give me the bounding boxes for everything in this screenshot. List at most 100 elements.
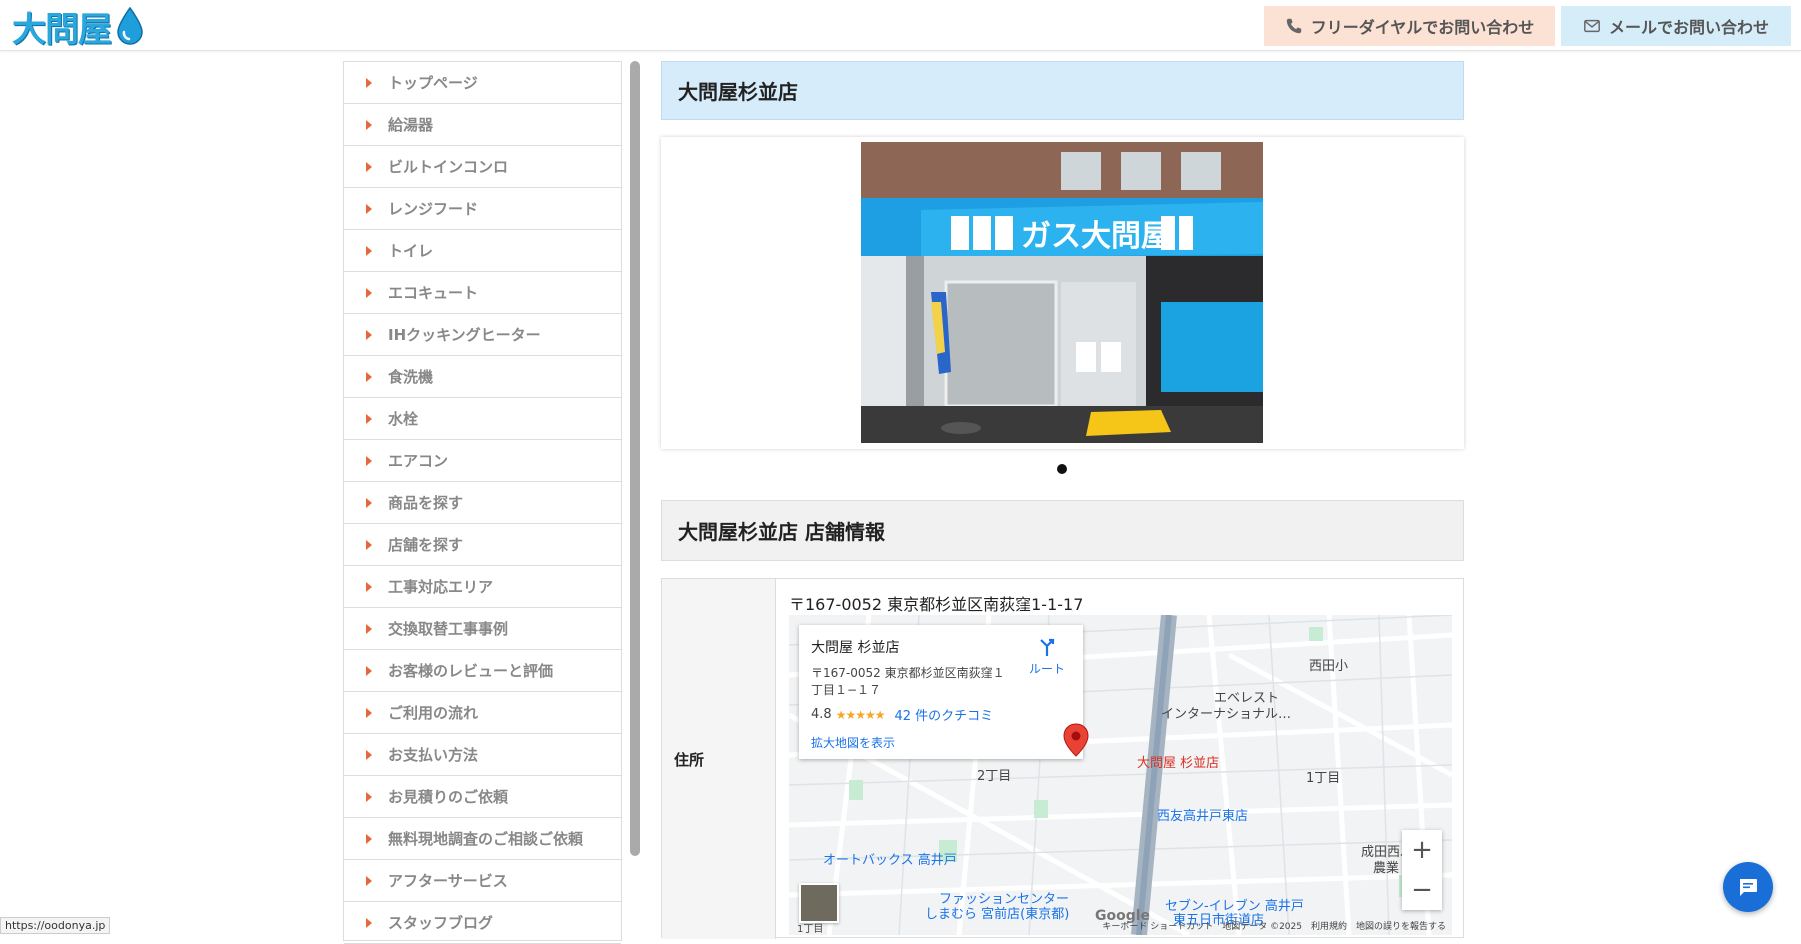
caret-right-icon xyxy=(366,119,372,130)
phone-contact-button[interactable]: フリーダイヤルでお問い合わせ xyxy=(1264,6,1555,46)
sidebar-item-label: 給湯器 xyxy=(388,116,434,134)
map-card-rating: 4.8 ★★★★★ 42 件のクチコミ xyxy=(811,705,1071,724)
sidebar-item[interactable]: 交換取替工事事例 xyxy=(344,608,621,650)
envelope-icon xyxy=(1584,19,1600,33)
sidebar-item[interactable]: 店舗を探す xyxy=(344,524,621,566)
caret-right-icon xyxy=(366,791,372,802)
sidebar-item-label: 無料現地調査のご相談ご依頼 xyxy=(388,830,584,848)
zoom-out-button[interactable]: − xyxy=(1402,870,1442,910)
google-map[interactable]: 大問屋 杉並店 〒167-0052 東京都杉並区南荻窪１丁目１−１７ 4.8 ★… xyxy=(789,615,1452,935)
phone-icon xyxy=(1286,18,1301,34)
photo-slider[interactable]: ガス大問屋 xyxy=(661,137,1464,449)
rating-stars: ★★★★★ xyxy=(835,707,886,722)
caret-right-icon xyxy=(366,623,372,634)
caret-right-icon xyxy=(366,917,372,928)
map-pin-icon[interactable] xyxy=(1063,723,1089,757)
logo-text: 大問屋 xyxy=(12,9,112,50)
map-poi-autobacs[interactable]: オートバックス 高井戸 xyxy=(823,849,957,868)
caret-right-icon xyxy=(366,287,372,298)
sidebar-item-label: 交換取替工事事例 xyxy=(388,620,509,638)
sidebar-item[interactable]: 食洗機 xyxy=(344,356,621,398)
sidebar-item[interactable]: 商品を探す xyxy=(344,482,621,524)
satellite-toggle[interactable] xyxy=(799,883,839,923)
caret-right-icon xyxy=(366,161,372,172)
mail-contact-button[interactable]: メールでお問い合わせ xyxy=(1561,6,1791,46)
store-photo: ガス大問屋 xyxy=(861,142,1263,443)
caret-right-icon xyxy=(366,749,372,760)
sidebar-item-label: 店舗を探す xyxy=(388,536,464,554)
map-label-narita2: 農業 xyxy=(1373,861,1400,876)
status-bar-url: https://oodonya.jp xyxy=(0,917,111,934)
water-drop-icon xyxy=(117,6,143,45)
caret-right-icon xyxy=(366,203,372,214)
map-zoom-control: + − xyxy=(1402,830,1442,910)
sidebar-item[interactable]: エアコン xyxy=(344,440,621,482)
sidebar-item[interactable]: お客様のレビューと評価 xyxy=(344,650,621,692)
sidebar-item[interactable]: 水栓 xyxy=(344,398,621,440)
sidebar-item[interactable]: お見積りのご依頼 xyxy=(344,776,621,818)
sidebar-item-label: お見積りのご依頼 xyxy=(388,788,509,806)
caret-right-icon xyxy=(366,875,372,886)
sidebar-item-label: エアコン xyxy=(388,452,449,470)
sidebar-item-label: ビルトインコンロ xyxy=(388,158,509,176)
sidebar-item[interactable]: 無料現地調査のご相談ご依頼 xyxy=(344,818,621,860)
sidebar-item[interactable]: 工事対応エリア xyxy=(344,566,621,608)
sidebar-item[interactable]: スタッフブログ xyxy=(344,902,621,944)
sidebar-item-label: 工事対応エリア xyxy=(388,578,494,596)
store-info-title: 大問屋杉並店 店舗情報 xyxy=(661,500,1464,561)
caret-right-icon xyxy=(366,665,372,676)
map-info-card: 大問屋 杉並店 〒167-0052 東京都杉並区南荻窪１丁目１−１７ 4.8 ★… xyxy=(799,625,1083,759)
sidebar-item[interactable]: 給湯器 xyxy=(344,104,621,146)
route-button[interactable]: ルート xyxy=(1029,637,1065,677)
sidebar-item[interactable]: お支払い方法 xyxy=(344,734,621,776)
caret-right-icon xyxy=(366,539,372,550)
sidebar-item[interactable]: エコキュート xyxy=(344,272,621,314)
caret-right-icon xyxy=(366,707,372,718)
sidebar-item-label: アフターサービス xyxy=(388,872,508,890)
sidebar-item-label: トップページ xyxy=(388,74,478,92)
map-label-chome1: 1丁目 xyxy=(1306,771,1341,786)
caret-right-icon xyxy=(366,833,372,844)
sidebar-item-label: 商品を探す xyxy=(388,494,464,512)
caret-right-icon xyxy=(366,455,372,466)
sidebar-scrollbar[interactable] xyxy=(630,61,640,856)
sidebar-item-label: お客様のレビューと評価 xyxy=(388,662,554,680)
map-pin-label: 大問屋 杉並店 xyxy=(1137,756,1220,771)
sidebar-item[interactable]: トップページ xyxy=(344,62,621,104)
directions-icon xyxy=(1040,638,1055,656)
address-label: 住所 xyxy=(662,579,776,939)
phone-button-label: フリーダイヤルでお問い合わせ xyxy=(1310,18,1535,37)
sidebar-nav: トップページ 給湯器ビルトインコンロ レンジフードトイレエコキュート IHクッキングヒ… xyxy=(343,61,622,944)
site-logo[interactable]: 大問屋 xyxy=(12,4,145,50)
address-value: 〒167-0052 東京都杉並区南荻窪1-1-17 xyxy=(789,595,1084,614)
route-label: ルート xyxy=(1028,662,1065,676)
sidebar-item-label: エコキュート xyxy=(388,284,479,302)
store-photo-image: ガス大問屋 xyxy=(861,142,1263,443)
slider-dot-active[interactable] xyxy=(1057,464,1067,474)
chat-bubble-icon xyxy=(1740,879,1757,896)
sidebar-item-label: スタッフブログ xyxy=(388,914,494,932)
map-poi-seiyu[interactable]: 西友高井戸東店 xyxy=(1157,805,1248,824)
sidebar-item-label: 食洗機 xyxy=(388,368,434,386)
caret-right-icon xyxy=(366,581,372,592)
chat-button[interactable] xyxy=(1723,862,1773,912)
sidebar-item[interactable]: アフターサービス xyxy=(344,860,621,902)
map-footer: キーボード ショートカット 地図データ ©2025 利用規約 地図の誤りを報告す… xyxy=(1102,922,1446,932)
map-card-address: 〒167-0052 東京都杉並区南荻窪１丁目１−１７ xyxy=(811,666,1005,697)
reviews-link[interactable]: 42 件のクチコミ xyxy=(894,705,993,724)
sidebar-item[interactable]: ご利用の流れ xyxy=(344,692,621,734)
sidebar-item[interactable]: ビルトインコンロ xyxy=(344,146,621,188)
sidebar-item-label: 水栓 xyxy=(388,410,419,428)
sidebar-item[interactable]: IHクッキングヒーター xyxy=(344,314,621,356)
map-poi-fashion-2[interactable]: しまむら 宮前店(東京都) xyxy=(925,903,1069,922)
caret-right-icon xyxy=(366,497,372,508)
page-title: 大問屋杉並店 xyxy=(661,61,1464,120)
store-sign-text: ガス大問屋 xyxy=(1021,219,1171,254)
sidebar-item-label: レンジフード xyxy=(388,200,479,218)
caret-right-icon xyxy=(366,413,372,424)
map-label-international: インターナショナル… xyxy=(1161,707,1292,722)
expand-map-link[interactable]: 拡大地図を表示 xyxy=(811,734,1071,751)
sidebar-item[interactable]: レンジフード xyxy=(344,188,621,230)
sidebar-item[interactable]: トイレ xyxy=(344,230,621,272)
zoom-in-button[interactable]: + xyxy=(1402,830,1442,870)
